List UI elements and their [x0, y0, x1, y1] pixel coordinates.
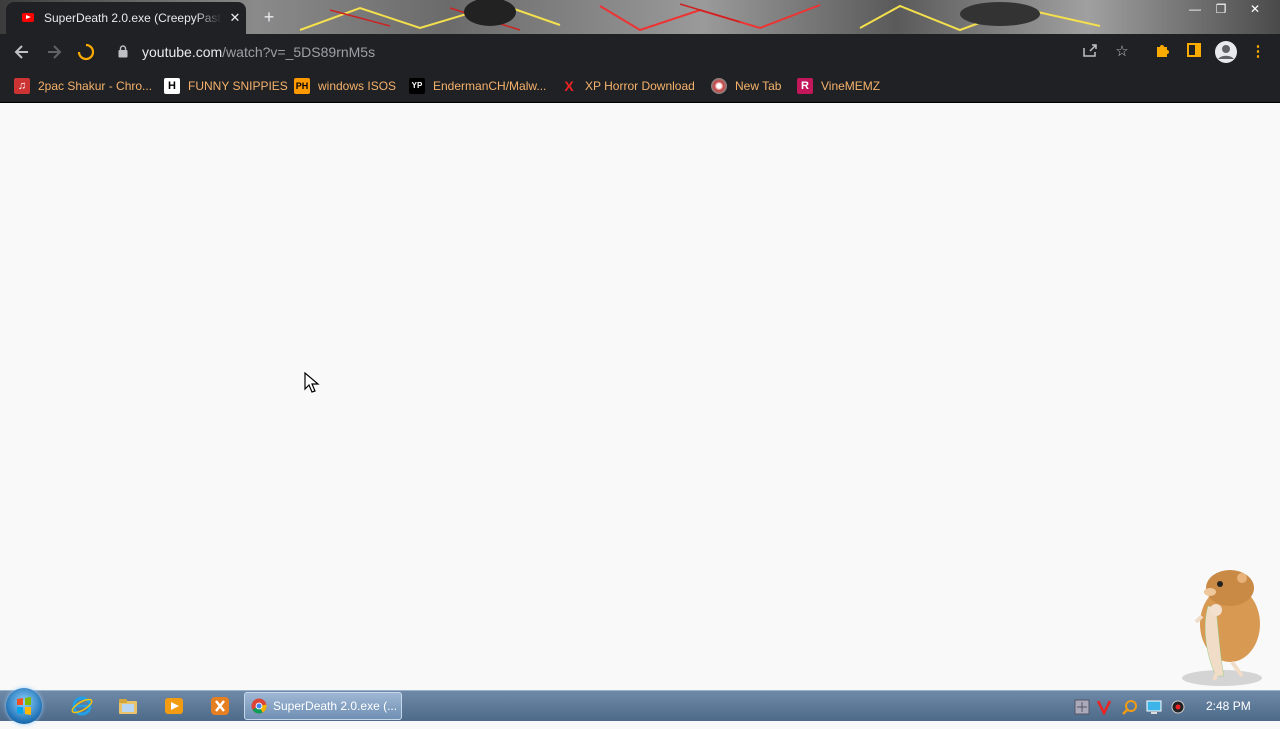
bookmark-endermanch[interactable]: YP EndermanCH/Malw...: [409, 76, 546, 96]
taskbar-window-title: SuperDeath 2.0.exe (...: [273, 699, 398, 713]
page-content: [0, 103, 1280, 690]
tray-search-icon[interactable]: [1122, 699, 1138, 715]
loading-spinner-icon: [77, 43, 95, 61]
r-logo-icon: R: [797, 78, 813, 94]
tray-network-icon[interactable]: [1074, 699, 1090, 715]
bookmark-label: FUNNY SNIPPIES: [188, 79, 288, 93]
url-text: youtube.com/watch?v=_5DS89rnM5s: [142, 44, 375, 60]
address-bar[interactable]: youtube.com/watch?v=_5DS89rnM5s: [108, 38, 1142, 66]
forward-button[interactable]: [42, 40, 66, 64]
tray-display-icon[interactable]: [1146, 699, 1162, 715]
music-icon: ♫: [14, 78, 30, 94]
tray-antivirus-icon[interactable]: [1096, 699, 1112, 715]
browser-toolbar: youtube.com/watch?v=_5DS89rnM5s ☆ ⋮: [0, 34, 1280, 70]
forward-arrow-icon: [48, 45, 62, 59]
internet-explorer-icon[interactable]: [70, 694, 94, 718]
title-bar: SuperDeath 2.0.exe (CreepyPasta ✕ + — ❐ …: [0, 0, 1280, 34]
url-path: /watch?v=_5DS89rnM5s: [222, 44, 376, 60]
maximize-button[interactable]: ❐: [1208, 0, 1234, 18]
back-button[interactable]: [10, 40, 34, 64]
bookmark-label: 2pac Shakur - Chro...: [38, 79, 153, 93]
x-logo-icon: X: [564, 78, 574, 94]
bookmark-new-tab[interactable]: New Tab: [711, 76, 781, 96]
bookmark-vinememz[interactable]: R VineMEMZ: [797, 76, 880, 96]
share-icon[interactable]: [1080, 42, 1100, 62]
bookmark-windows-isos[interactable]: PH windows ISOS: [294, 76, 396, 96]
file-explorer-icon[interactable]: [116, 694, 140, 718]
back-arrow-icon: [14, 45, 28, 59]
mouse-cursor-icon: [304, 372, 320, 393]
minimize-button[interactable]: —: [1182, 0, 1208, 18]
extensions-puzzle-icon[interactable]: [1152, 42, 1172, 62]
tab-title: SuperDeath 2.0.exe (CreepyPasta: [44, 11, 222, 25]
bookmark-xp-horror[interactable]: X XP Horror Download: [561, 76, 695, 96]
browser-tab[interactable]: SuperDeath 2.0.exe (CreepyPasta ✕: [6, 2, 246, 34]
lock-icon: [118, 45, 128, 58]
h-logo-icon: H: [164, 78, 180, 94]
stop-loading-button[interactable]: [74, 40, 98, 64]
tab-close-icon[interactable]: ✕: [226, 9, 244, 27]
chrome-icon: [251, 698, 267, 714]
bookmark-star-icon[interactable]: ☆: [1112, 42, 1132, 62]
youtube-icon: [22, 13, 34, 22]
url-host: youtube.com: [142, 44, 223, 60]
windows-logo-icon: [17, 697, 31, 715]
bookmarks-bar: ♫ 2pac Shakur - Chro... H FUNNY SNIPPIES…: [0, 70, 1280, 103]
bookmark-label: EndermanCH/Malw...: [433, 79, 547, 93]
system-clock[interactable]: 2:48 PM: [1206, 699, 1251, 713]
bookmark-label: New Tab: [735, 79, 782, 93]
globe-icon: [711, 78, 727, 94]
media-player-icon[interactable]: [162, 694, 186, 718]
start-button[interactable]: [6, 688, 42, 724]
ph-logo-icon: PH: [294, 78, 310, 94]
bookmark-label: windows ISOS: [318, 79, 397, 93]
bookmark-label: XP Horror Download: [585, 79, 695, 93]
taskbar-chrome-window[interactable]: SuperDeath 2.0.exe (...: [244, 692, 402, 720]
menu-kebab-icon[interactable]: ⋮: [1248, 42, 1268, 62]
hamster-desktop-pet[interactable]: [1172, 566, 1268, 688]
yp-logo-icon: YP: [409, 78, 425, 94]
profile-avatar-icon[interactable]: [1214, 40, 1238, 64]
bookmark-funny-snippies[interactable]: H FUNNY SNIPPIES: [164, 76, 288, 96]
bookmark-label: VineMEMZ: [821, 79, 881, 93]
bookmark-2pac[interactable]: ♫ 2pac Shakur - Chro...: [14, 76, 152, 96]
close-window-button[interactable]: ✕: [1242, 0, 1268, 18]
side-panel-icon[interactable]: [1184, 42, 1204, 62]
tray-volume-icon[interactable]: [1170, 699, 1186, 715]
windows-taskbar: SuperDeath 2.0.exe (... 2:48 PM: [0, 688, 1280, 724]
new-tab-button[interactable]: +: [258, 6, 280, 28]
app-shortcut-icon[interactable]: [208, 694, 232, 718]
